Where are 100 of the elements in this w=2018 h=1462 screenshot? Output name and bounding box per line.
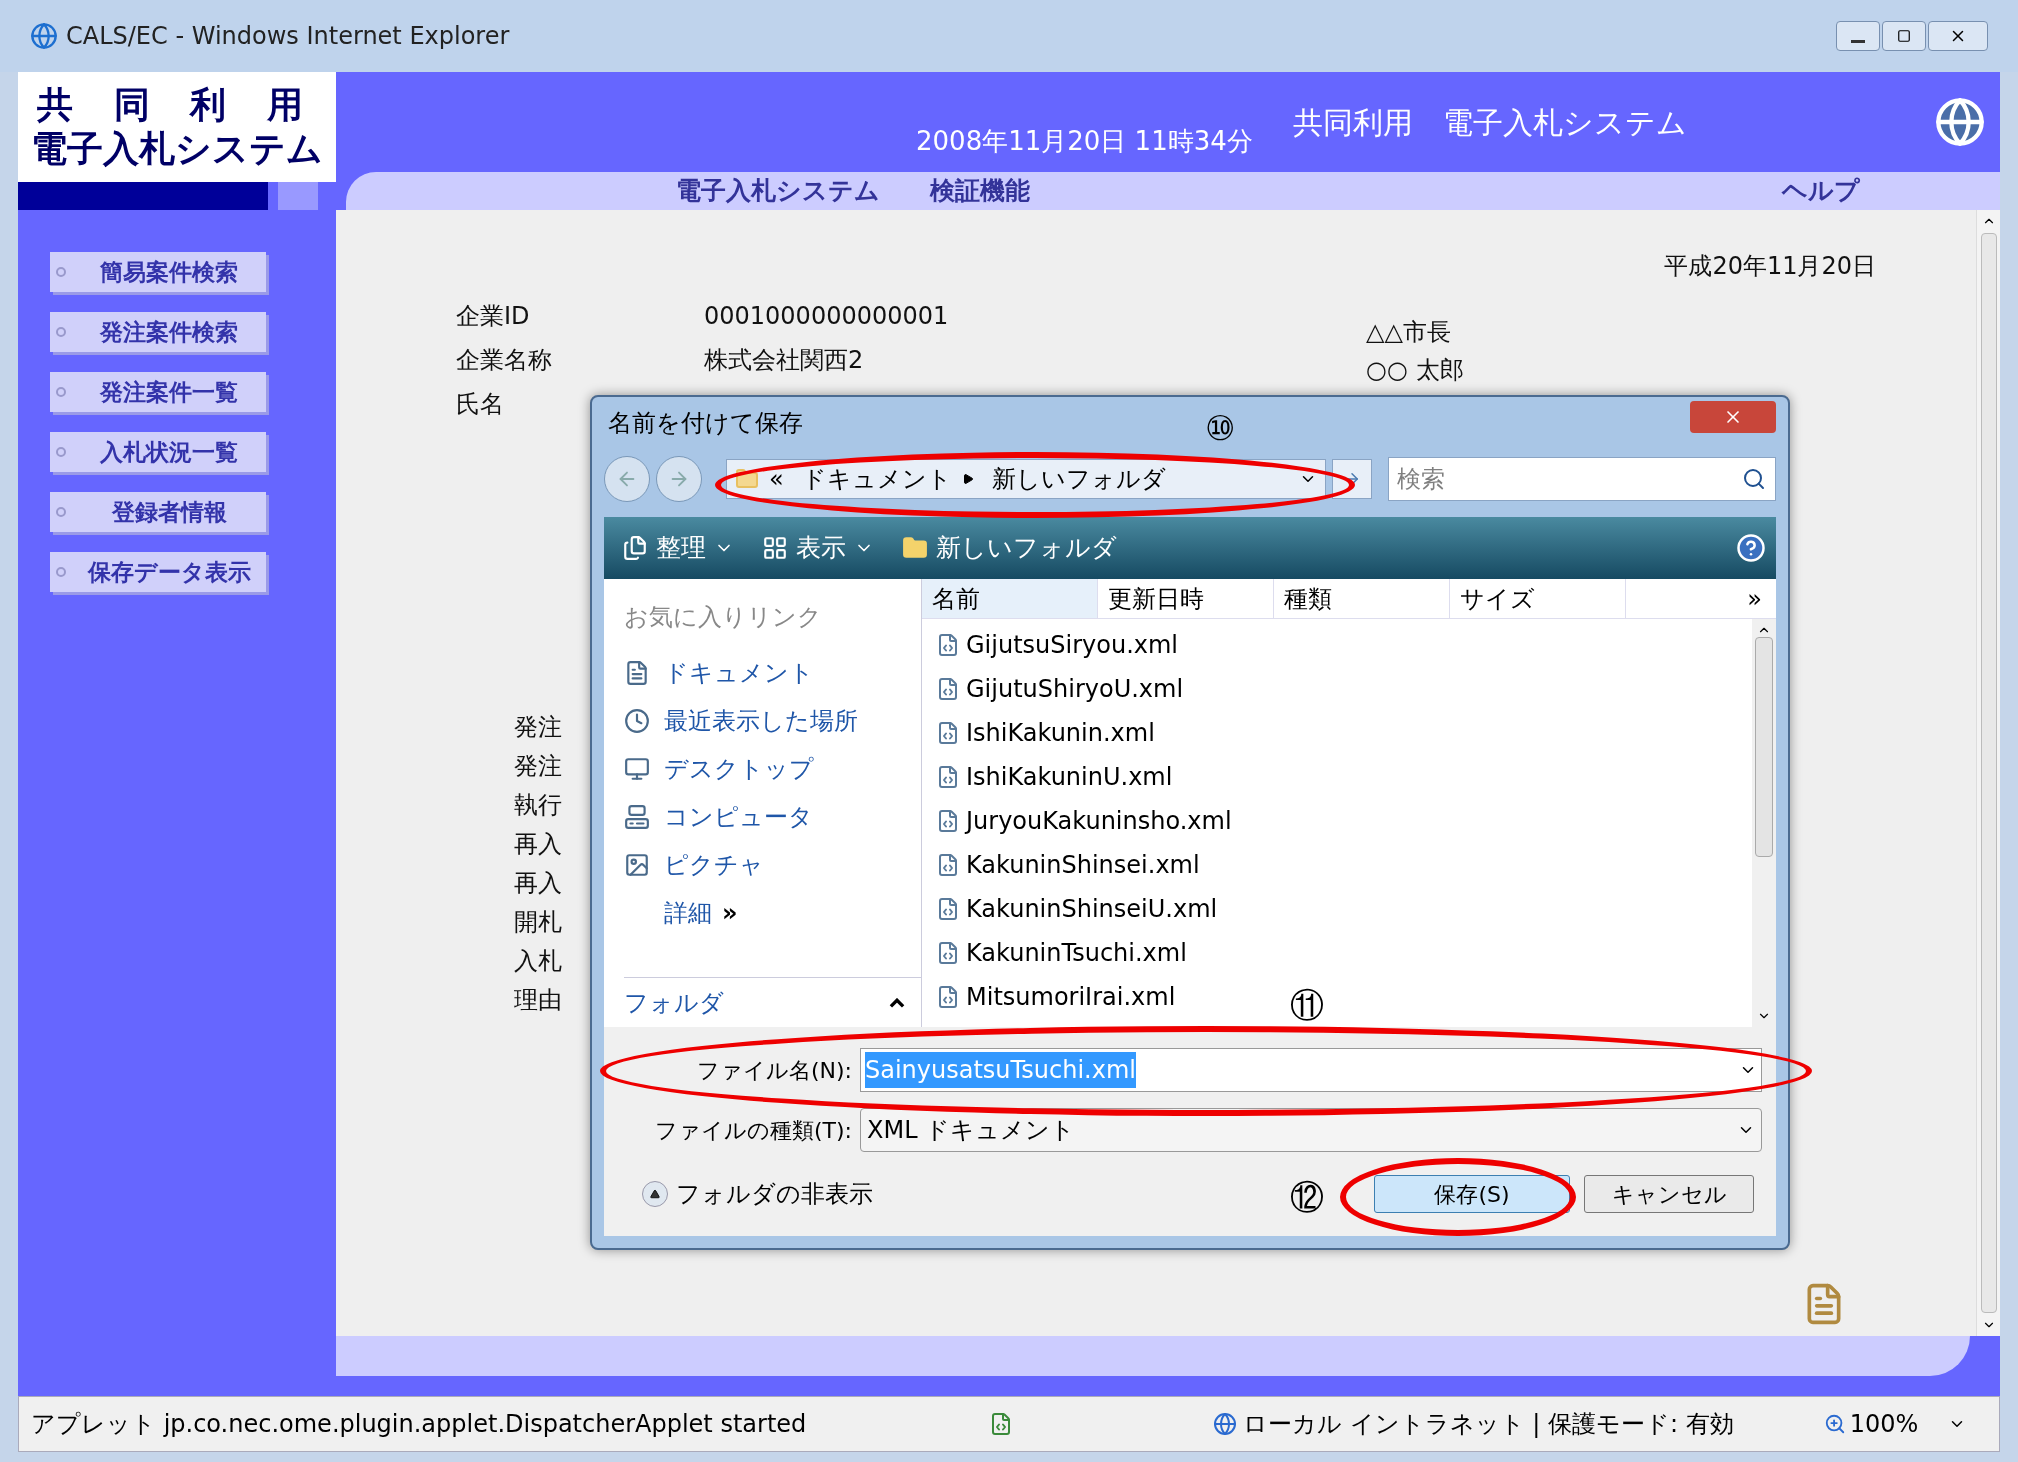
favorite-link[interactable]: コンピュータ: [624, 799, 921, 835]
help-icon[interactable]: [1736, 533, 1766, 563]
close-button[interactable]: [1690, 401, 1776, 433]
scrollbar[interactable]: [1752, 619, 1776, 1027]
breadcrumb-prefix[interactable]: «: [769, 461, 784, 497]
field-label: 入札: [514, 946, 562, 976]
minimize-button[interactable]: [1836, 21, 1880, 51]
status-message: アプレット jp.co.nec.ome.plugin.applet.DispatcherApplet started: [30, 1409, 808, 1440]
search-field[interactable]: 検索: [1388, 457, 1776, 501]
save-button[interactable]: 保存(S): [1374, 1175, 1570, 1213]
file-item[interactable]: KakuninTsuchi.xml: [936, 931, 1193, 975]
scroll-thumb[interactable]: [1755, 637, 1773, 857]
search-icon: [1742, 467, 1766, 491]
file-item[interactable]: KakuninShinseiU.xml: [936, 887, 1224, 931]
sidebar-item[interactable]: 入札状況一覧: [50, 432, 266, 472]
field-label: 企業ID: [456, 301, 531, 332]
sidebar-item[interactable]: 簡易案件検索: [50, 252, 266, 292]
logo-stripe: [278, 182, 318, 210]
field-label: 開札: [514, 907, 562, 937]
document-date: 平成20年11月20日: [1664, 251, 1876, 282]
views-icon: [762, 535, 788, 561]
file-item[interactable]: IshiKakunin.xml: [936, 711, 1161, 755]
recipient-text: ○○ 太郎: [1366, 355, 1464, 386]
maximize-button[interactable]: [1882, 21, 1926, 51]
column-header[interactable]: 種類: [1274, 579, 1450, 618]
sidebar-item[interactable]: 発注案件検索: [50, 312, 266, 352]
file-item[interactable]: MitsumoriIrai.xml: [936, 975, 1182, 1019]
nav-link[interactable]: ヘルプ: [1782, 172, 1860, 210]
field-value: 0001000000000001: [704, 301, 950, 332]
date-time: 2008年11月20日 11時34分: [916, 124, 1253, 158]
bullet-icon: [56, 327, 66, 337]
xml-file-icon: [936, 765, 960, 789]
scroll-thumb[interactable]: [1980, 233, 1997, 1313]
bullet-icon: [56, 267, 66, 277]
breadcrumb-item[interactable]: ドキュメント: [801, 461, 952, 497]
computer-icon: [624, 804, 650, 830]
favorite-link[interactable]: ドキュメント: [624, 655, 921, 691]
filetype-label: ファイルの種類(T):: [653, 1116, 853, 1145]
dialog-title: 名前を付けて保存: [607, 408, 803, 439]
address-bar[interactable]: « ドキュメント 新しいフォルダ: [726, 459, 1326, 499]
column-header[interactable]: 名前: [922, 579, 1098, 618]
refresh-button[interactable]: [1332, 459, 1372, 499]
toolbar-button[interactable]: 整理: [614, 526, 742, 570]
window-title: CALS/EC - Windows Internet Explorer: [66, 21, 510, 52]
file-item[interactable]: JuryouKakuninsho.xml: [936, 799, 1238, 843]
sidebar-item[interactable]: 登録者情報: [50, 492, 266, 532]
bullet-icon: [56, 447, 66, 457]
desktop-icon: [624, 756, 650, 782]
bullet-icon: [56, 567, 66, 577]
zone-icon: [1213, 1412, 1237, 1436]
sidebar-item[interactable]: 保存データ表示: [50, 552, 266, 592]
field-label: 企業名称: [456, 345, 553, 376]
bullet-icon: [56, 507, 66, 517]
nav-link[interactable]: 検証機能: [930, 172, 1030, 210]
column-header[interactable]: 更新日時: [1098, 579, 1274, 618]
field-label: 再入: [514, 829, 562, 859]
field-label: 理由: [514, 985, 562, 1015]
zoom-icon: [1823, 1413, 1846, 1435]
breadcrumb-item[interactable]: 新しいフォルダ: [991, 461, 1166, 497]
field-label: 発注: [514, 751, 562, 781]
file-item[interactable]: GijutuShiryoU.xml: [936, 667, 1190, 711]
cancel-button[interactable]: キャンセル: [1584, 1175, 1754, 1213]
pictures-icon: [624, 852, 650, 878]
xml-file-icon: [936, 897, 960, 921]
column-header[interactable]: サイズ: [1450, 579, 1626, 618]
favorite-link[interactable]: ピクチャ: [624, 847, 921, 883]
xml-file-icon: [936, 721, 960, 745]
field-label: 執行: [514, 790, 562, 820]
filetype-select[interactable]: XML ドキュメント: [860, 1108, 1762, 1152]
filename-value: SainyusatsuTsuchi.xml: [865, 1052, 1136, 1088]
zoom-level[interactable]: 100%: [1849, 1406, 1919, 1442]
toolbar-button[interactable]: 表示: [754, 526, 882, 570]
annotation-number: ⑫: [1290, 1176, 1324, 1219]
sidebar-item[interactable]: 発注案件一覧: [50, 372, 266, 412]
close-button[interactable]: [1928, 21, 1988, 51]
xml-file-icon: [936, 809, 960, 833]
scrollbar[interactable]: [1976, 210, 2000, 1336]
column-more[interactable]: »: [1626, 579, 1776, 618]
nav-link[interactable]: 電子入札システム: [676, 172, 880, 210]
collapse-icon: [889, 997, 905, 1008]
favorite-link[interactable]: 最近表示した場所: [624, 703, 921, 739]
file-item[interactable]: KakuninShinsei.xml: [936, 843, 1206, 887]
field-label: 発注: [514, 712, 562, 742]
recipient-text: △△市長: [1366, 317, 1452, 348]
toolbar-button[interactable]: 新しいフォルダ: [894, 526, 1125, 570]
logo-text: 共 同 利 用: [37, 83, 317, 127]
recent-icon: [624, 708, 650, 734]
more-link[interactable]: 詳細 »: [664, 895, 921, 931]
globe-icon: [1934, 96, 1986, 148]
file-item[interactable]: GijutsuSiryou.xml: [936, 623, 1184, 667]
applet-icon: [989, 1412, 1013, 1436]
separator-icon: [961, 473, 974, 485]
bullet-icon: [56, 387, 66, 397]
field-label: 再入: [514, 868, 562, 898]
file-item[interactable]: IshiKakuninU.xml: [936, 755, 1179, 799]
hide-folders-button[interactable]: フォルダの非表示: [642, 1176, 873, 1212]
annotation-number: ⑪: [1290, 984, 1324, 1027]
maximize-icon: [1897, 29, 1911, 43]
favorite-link[interactable]: デスクトップ: [624, 751, 921, 787]
filename-label: ファイル名(N):: [695, 1056, 853, 1085]
